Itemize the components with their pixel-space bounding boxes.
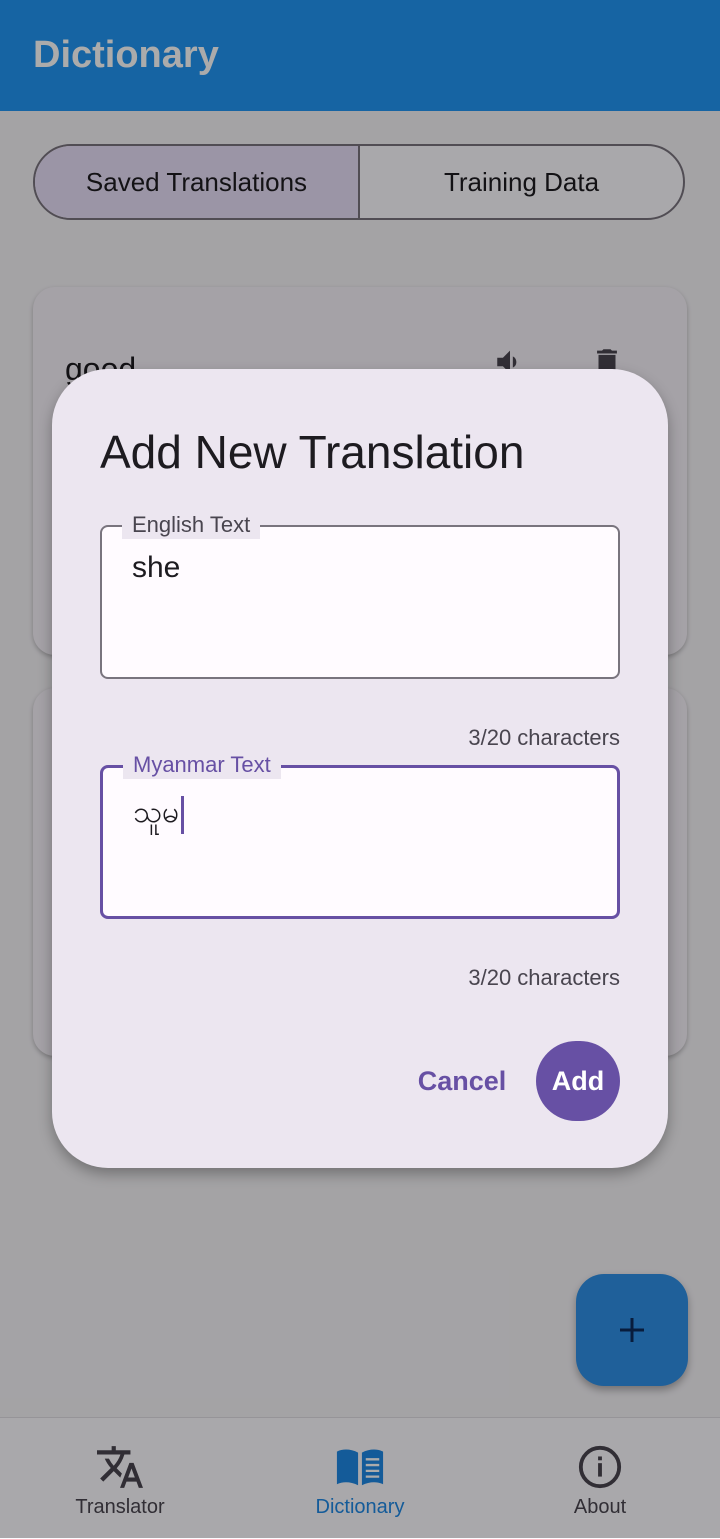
cancel-button[interactable]: Cancel bbox=[402, 1041, 522, 1121]
dialog-title: Add New Translation bbox=[100, 426, 525, 478]
english-text-field[interactable]: English Text she bbox=[100, 511, 620, 679]
text-caret bbox=[181, 795, 185, 834]
myanmar-text-value: သူမ bbox=[133, 796, 180, 829]
english-char-counter: 3/20 characters bbox=[468, 725, 620, 750]
myanmar-text-wrapper: သူမ bbox=[133, 792, 185, 837]
modal-scrim[interactable] bbox=[0, 0, 720, 111]
myanmar-char-counter: 3/20 characters bbox=[468, 965, 620, 990]
add-button[interactable]: Add bbox=[536, 1041, 620, 1121]
english-text-value: she bbox=[132, 551, 181, 584]
add-translation-dialog: Add New Translation English Text she 3/2… bbox=[52, 369, 668, 1168]
myanmar-text-label: Myanmar Text bbox=[123, 751, 281, 779]
english-text-label: English Text bbox=[122, 511, 261, 539]
myanmar-text-field[interactable]: Myanmar Text သူမ bbox=[100, 751, 620, 919]
